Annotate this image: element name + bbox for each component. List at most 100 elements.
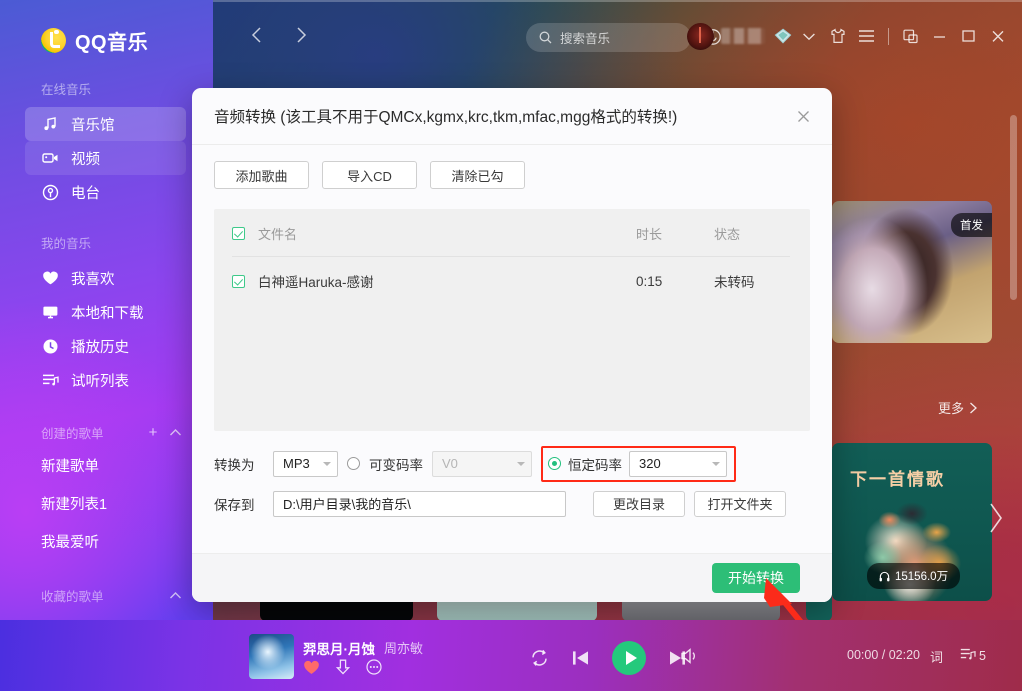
clock-icon bbox=[41, 337, 59, 355]
player-separator: - bbox=[371, 638, 375, 653]
album-cover[interactable] bbox=[249, 634, 294, 679]
convert-to-label: 转换为 bbox=[214, 454, 264, 474]
clear-checked-button[interactable]: 清除已勾 bbox=[430, 161, 525, 189]
play-icon[interactable] bbox=[612, 641, 646, 675]
chevron-down-icon bbox=[323, 462, 331, 466]
chevron-left-icon[interactable] bbox=[246, 24, 268, 46]
divider bbox=[888, 28, 889, 45]
promo-card-title: 下一首情歌 bbox=[850, 465, 945, 490]
more-dots-icon[interactable] bbox=[366, 659, 382, 675]
save-location-row: 保存到 D:\用户目录\我的音乐\ 更改目录 打开文件夹 bbox=[214, 487, 810, 520]
avatar[interactable] bbox=[687, 23, 714, 50]
chevron-down-icon bbox=[517, 462, 525, 466]
sidebar-item-video[interactable]: 视频 bbox=[25, 141, 186, 175]
search-box[interactable]: 搜索音乐 bbox=[526, 23, 691, 52]
playlist-item[interactable]: 我最爱听 bbox=[0, 524, 213, 562]
lyrics-button[interactable]: 词 bbox=[930, 647, 943, 666]
tshirt-skin-icon[interactable] bbox=[823, 22, 852, 50]
created-playlists-header: 创建的歌单 + bbox=[0, 423, 213, 442]
mini-window-icon[interactable] bbox=[896, 22, 925, 50]
column-status: 状态 bbox=[714, 224, 810, 243]
app-brand-name: QQ音乐 bbox=[75, 26, 148, 55]
table-row[interactable]: 白神遥Haruka-感谢 0:15 未转码 bbox=[214, 257, 810, 305]
dialog-options: 转换为 MP3 可变码率 V0 恒定码率 320 bbox=[192, 431, 832, 520]
add-song-button[interactable]: 添加歌曲 bbox=[214, 161, 309, 189]
import-cd-button[interactable]: 导入CD bbox=[322, 161, 417, 189]
cbr-bitrate-select[interactable]: 320 bbox=[629, 451, 727, 477]
plus-icon[interactable]: + bbox=[142, 424, 164, 441]
select-all-checkbox[interactable] bbox=[232, 227, 245, 240]
volume-icon[interactable] bbox=[680, 647, 700, 670]
chevron-right-icon[interactable] bbox=[290, 24, 312, 46]
previous-track-icon[interactable] bbox=[571, 649, 590, 667]
more-link[interactable]: 更多 bbox=[938, 398, 978, 417]
favorite-playlists-header: 收藏的歌单 bbox=[0, 586, 213, 605]
diamond-vip-icon[interactable] bbox=[774, 28, 792, 44]
content-scrollbar-thumb[interactable] bbox=[1010, 115, 1017, 300]
video-camera-icon bbox=[41, 149, 59, 167]
download-icon[interactable] bbox=[336, 659, 350, 675]
vbr-radio[interactable] bbox=[347, 457, 360, 470]
minimize-icon[interactable] bbox=[925, 22, 954, 50]
sidebar-item-preview-list[interactable]: 试听列表 bbox=[25, 363, 186, 397]
qq-music-app: 首发 更多 下一首情歌 15156.0万 QQ音乐 bbox=[0, 0, 1022, 691]
chevron-down-icon[interactable] bbox=[794, 22, 823, 50]
app-logo[interactable]: QQ音乐 bbox=[0, 0, 213, 55]
row-checkbox[interactable] bbox=[232, 275, 245, 288]
heart-icon bbox=[41, 269, 59, 287]
playback-progress-bar[interactable] bbox=[213, 0, 1022, 2]
sidebar: QQ音乐 在线音乐 音乐馆 视频 电台 我的音乐 我喜欢 bbox=[0, 0, 213, 691]
playback-time: 00:00 / 02:20 bbox=[847, 648, 920, 662]
queue-list-icon bbox=[960, 647, 976, 664]
sidebar-item-local-download[interactable]: 本地和下载 bbox=[25, 295, 186, 329]
promo-card[interactable]: 下一首情歌 15156.0万 bbox=[832, 443, 992, 601]
save-path-input[interactable]: D:\用户目录\我的音乐\ bbox=[273, 491, 566, 517]
queue-count: 5 bbox=[979, 649, 986, 663]
sidebar-item-radio[interactable]: 电台 bbox=[25, 175, 186, 209]
search-input[interactable]: 搜索音乐 bbox=[560, 28, 610, 47]
featured-album-card[interactable]: 首发 bbox=[832, 201, 992, 343]
dialog-footer: 开始转换 bbox=[192, 553, 832, 602]
playlist-item[interactable]: 新建歌单 bbox=[0, 448, 213, 486]
music-note-icon bbox=[41, 115, 59, 133]
open-folder-button[interactable]: 打开文件夹 bbox=[694, 491, 786, 517]
sidebar-item-label: 本地和下载 bbox=[71, 302, 144, 323]
sidebar-item-history[interactable]: 播放历史 bbox=[25, 329, 186, 363]
dialog-title: 音频转换 (该工具不用于QMCx,kgmx,krc,tkm,mfac,mgg格式… bbox=[214, 105, 790, 127]
row-filename: 白神遥Haruka-感谢 bbox=[258, 271, 374, 291]
sidebar-item-music-hall[interactable]: 音乐馆 bbox=[25, 107, 186, 141]
sidebar-item-label: 视频 bbox=[71, 148, 100, 169]
chevron-up-icon[interactable] bbox=[164, 424, 186, 441]
close-icon[interactable] bbox=[790, 103, 816, 129]
chevron-right-icon bbox=[969, 402, 978, 414]
chevron-up-icon[interactable] bbox=[164, 587, 186, 604]
player-song-actions bbox=[303, 659, 382, 675]
column-duration: 时长 bbox=[636, 224, 714, 243]
playlist-item[interactable]: 新建列表1 bbox=[0, 486, 213, 524]
format-select[interactable]: MP3 bbox=[273, 451, 338, 477]
chevron-down-icon bbox=[712, 462, 720, 466]
maximize-icon[interactable] bbox=[954, 22, 983, 50]
close-icon[interactable] bbox=[983, 22, 1012, 50]
heart-icon[interactable] bbox=[303, 660, 320, 675]
more-label: 更多 bbox=[938, 398, 964, 417]
player-song-title[interactable]: 羿思月·月蚀 bbox=[303, 638, 375, 658]
cbr-radio[interactable] bbox=[548, 457, 561, 470]
sidebar-item-label: 我喜欢 bbox=[71, 268, 115, 289]
player-artist[interactable]: 周亦敏 bbox=[384, 638, 423, 657]
start-conversion-button[interactable]: 开始转换 bbox=[712, 563, 800, 593]
promo-play-count: 15156.0万 bbox=[867, 563, 960, 589]
cbr-highlight-box: 恒定码率 320 bbox=[541, 446, 736, 482]
repeat-icon[interactable] bbox=[530, 649, 549, 667]
row-duration: 0:15 bbox=[636, 274, 714, 289]
queue-button[interactable]: 5 bbox=[960, 647, 986, 664]
vbr-quality-select[interactable]: V0 bbox=[432, 451, 532, 477]
playlist-icon bbox=[41, 371, 59, 389]
row-filename-cell: 白神遥Haruka-感谢 bbox=[232, 271, 636, 291]
carousel-next-button[interactable] bbox=[987, 495, 1005, 541]
sidebar-item-label: 播放历史 bbox=[71, 336, 129, 357]
hamburger-menu-icon[interactable] bbox=[852, 22, 881, 50]
vbr-quality-value: V0 bbox=[442, 456, 509, 471]
sidebar-item-favorites[interactable]: 我喜欢 bbox=[25, 261, 186, 295]
change-directory-button[interactable]: 更改目录 bbox=[593, 491, 685, 517]
